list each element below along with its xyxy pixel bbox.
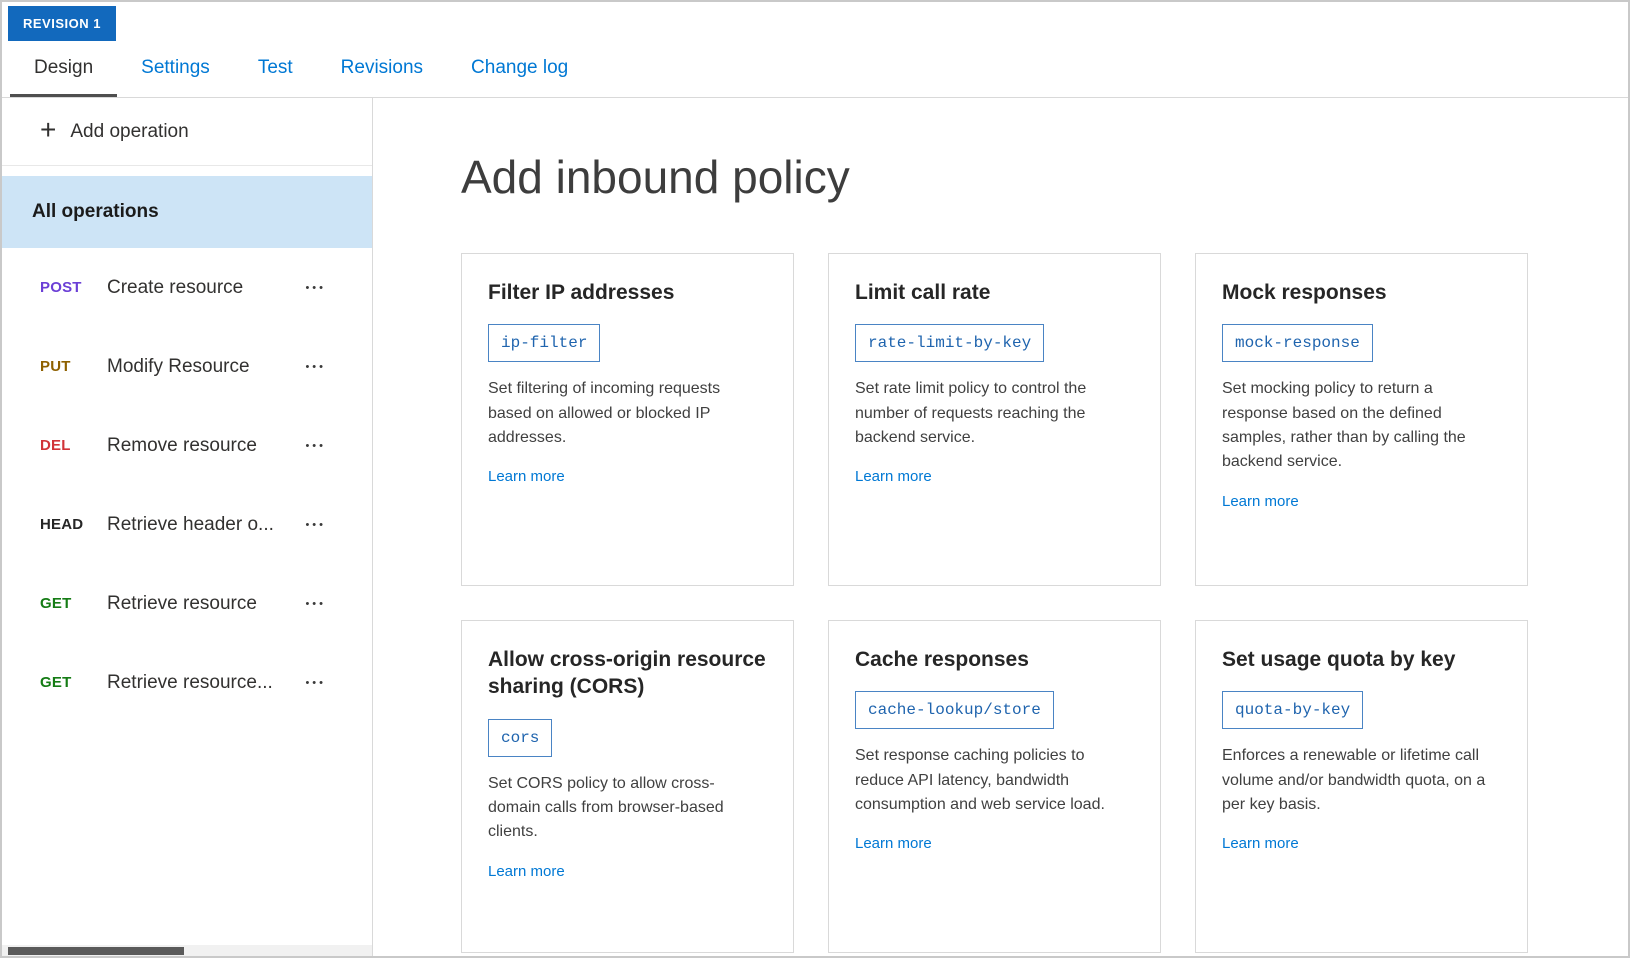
- learn-more-link[interactable]: Learn more: [488, 468, 565, 485]
- operation-row-retrieve-header[interactable]: HEAD Retrieve header o... •••: [2, 485, 372, 564]
- method-badge: GET: [40, 674, 107, 691]
- policy-card-title: Set usage quota by key: [1222, 646, 1501, 673]
- ellipsis-menu-icon[interactable]: •••: [305, 519, 326, 531]
- policy-card-title: Filter IP addresses: [488, 279, 767, 306]
- learn-more-link[interactable]: Learn more: [488, 863, 565, 880]
- learn-more-link[interactable]: Learn more: [1222, 493, 1299, 510]
- policy-card-description: Set filtering of incoming requests based…: [488, 377, 767, 450]
- policy-card-description: Set mocking policy to return a response …: [1222, 377, 1501, 474]
- operation-row-retrieve-resource[interactable]: GET Retrieve resource •••: [2, 564, 372, 643]
- policy-card-cors[interactable]: Allow cross-origin resource sharing (COR…: [461, 620, 794, 953]
- policy-card-rate-limit[interactable]: Limit call rate rate-limit-by-key Set ra…: [828, 253, 1161, 586]
- ellipsis-menu-icon[interactable]: •••: [305, 282, 326, 294]
- policy-code-badge: rate-limit-by-key: [855, 324, 1044, 362]
- policy-card-title: Allow cross-origin resource sharing (COR…: [488, 646, 767, 701]
- tab-bar: Design Settings Test Revisions Change lo…: [2, 41, 1628, 98]
- policy-card-cache[interactable]: Cache responses cache-lookup/store Set r…: [828, 620, 1161, 953]
- operation-name: Retrieve resource: [107, 593, 257, 615]
- learn-more-link[interactable]: Learn more: [1222, 835, 1299, 852]
- page-title: Add inbound policy: [461, 150, 1628, 205]
- operation-list: POST Create resource ••• PUT Modify Reso…: [2, 248, 372, 722]
- policy-card-quota[interactable]: Set usage quota by key quota-by-key Enfo…: [1195, 620, 1528, 953]
- method-badge: PUT: [40, 358, 107, 375]
- operation-name: Create resource: [107, 277, 243, 299]
- operation-row-create-resource[interactable]: POST Create resource •••: [2, 248, 372, 327]
- policy-card-description: Enforces a renewable or lifetime call vo…: [1222, 744, 1501, 817]
- policy-card-grid: Filter IP addresses ip-filter Set filter…: [461, 253, 1628, 953]
- method-badge: HEAD: [40, 516, 107, 533]
- main-content: Add inbound policy Filter IP addresses i…: [373, 98, 1628, 956]
- operation-row-retrieve-resource-2[interactable]: GET Retrieve resource... •••: [2, 643, 372, 722]
- operation-row-remove-resource[interactable]: DEL Remove resource •••: [2, 406, 372, 485]
- plus-icon: +: [40, 116, 56, 144]
- api-management-page: REVISION 1 Design Settings Test Revision…: [0, 0, 1630, 958]
- ellipsis-menu-icon[interactable]: •••: [305, 677, 326, 689]
- method-badge: GET: [40, 595, 107, 612]
- add-operation-button[interactable]: + Add operation: [2, 98, 372, 166]
- method-badge: POST: [40, 279, 107, 296]
- operation-name: Retrieve header o...: [107, 514, 274, 536]
- operations-sidebar: + Add operation All operations POST Crea…: [2, 98, 373, 956]
- tab-change-log[interactable]: Change log: [447, 41, 592, 97]
- method-badge: DEL: [40, 437, 107, 454]
- policy-code-badge: quota-by-key: [1222, 691, 1363, 729]
- policy-card-description: Set rate limit policy to control the num…: [855, 377, 1134, 450]
- operation-name: Remove resource: [107, 435, 257, 457]
- policy-code-badge: cors: [488, 719, 552, 757]
- horizontal-scrollbar[interactable]: [2, 945, 372, 956]
- policy-code-badge: cache-lookup/store: [855, 691, 1054, 729]
- learn-more-link[interactable]: Learn more: [855, 468, 932, 485]
- tab-design[interactable]: Design: [10, 41, 117, 97]
- add-operation-label: Add operation: [70, 121, 188, 143]
- revision-badge: REVISION 1: [8, 6, 116, 41]
- policy-card-title: Cache responses: [855, 646, 1134, 673]
- ellipsis-menu-icon[interactable]: •••: [305, 440, 326, 452]
- learn-more-link[interactable]: Learn more: [855, 835, 932, 852]
- tab-revisions[interactable]: Revisions: [317, 41, 447, 97]
- operation-name: Modify Resource: [107, 356, 250, 378]
- policy-code-badge: ip-filter: [488, 324, 600, 362]
- policy-card-title: Limit call rate: [855, 279, 1134, 306]
- policy-card-title: Mock responses: [1222, 279, 1501, 306]
- tab-test[interactable]: Test: [234, 41, 317, 97]
- tab-settings[interactable]: Settings: [117, 41, 234, 97]
- policy-card-description: Set response caching policies to reduce …: [855, 744, 1134, 817]
- sidebar-item-all-operations[interactable]: All operations: [2, 176, 372, 248]
- policy-card-mock-response[interactable]: Mock responses mock-response Set mocking…: [1195, 253, 1528, 586]
- policy-code-badge: mock-response: [1222, 324, 1373, 362]
- operation-row-modify-resource[interactable]: PUT Modify Resource •••: [2, 327, 372, 406]
- topbar: REVISION 1 Design Settings Test Revision…: [2, 2, 1628, 98]
- operation-name: Retrieve resource...: [107, 672, 273, 694]
- policy-card-ip-filter[interactable]: Filter IP addresses ip-filter Set filter…: [461, 253, 794, 586]
- ellipsis-menu-icon[interactable]: •••: [305, 598, 326, 610]
- page-body: + Add operation All operations POST Crea…: [2, 98, 1628, 956]
- policy-card-description: Set CORS policy to allow cross-domain ca…: [488, 772, 767, 845]
- ellipsis-menu-icon[interactable]: •••: [305, 361, 326, 373]
- scrollbar-thumb[interactable]: [8, 947, 184, 955]
